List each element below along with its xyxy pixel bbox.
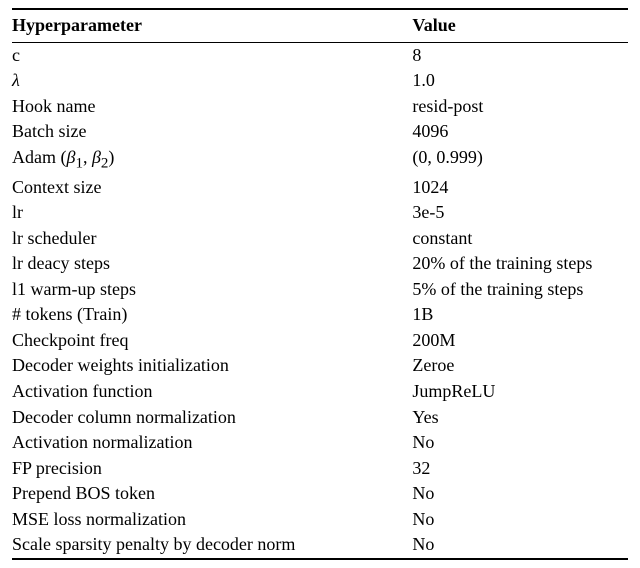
param-text: ) [108, 147, 114, 167]
param-value: JumpReLU [412, 379, 628, 405]
table-row: lr 3e-5 [12, 200, 628, 226]
param-name: Activation normalization [12, 430, 412, 456]
table-row: lr scheduler constant [12, 226, 628, 252]
param-value: constant [412, 226, 628, 252]
param-subscript: 1 [75, 155, 83, 171]
table-row: # tokens (Train) 1B [12, 302, 628, 328]
param-value: Yes [412, 405, 628, 431]
param-value: 1.0 [412, 68, 628, 94]
param-value: 200M [412, 328, 628, 354]
param-text: , [83, 147, 92, 167]
param-name: Prepend BOS token [12, 481, 412, 507]
param-name: λ [12, 68, 412, 94]
table-row: Activation function JumpReLU [12, 379, 628, 405]
param-name: Activation function [12, 379, 412, 405]
table-row: c 8 [12, 43, 628, 69]
param-name: Decoder weights initialization [12, 353, 412, 379]
table-header-row: Hyperparameter Value [12, 10, 628, 42]
param-name: Scale sparsity penalty by decoder norm [12, 532, 412, 558]
param-value: (0, 0.999) [412, 145, 628, 175]
param-value: 3e-5 [412, 200, 628, 226]
table-row: Hook name resid-post [12, 94, 628, 120]
param-name: MSE loss normalization [12, 507, 412, 533]
param-value: 32 [412, 456, 628, 482]
param-name: Batch size [12, 119, 412, 145]
table-row: Adam (β1, β2) (0, 0.999) [12, 145, 628, 175]
table-row: Decoder column normalization Yes [12, 405, 628, 431]
table-row: FP precision 32 [12, 456, 628, 482]
table-row: l1 warm-up steps 5% of the training step… [12, 277, 628, 303]
param-name: Context size [12, 175, 412, 201]
param-value: 4096 [412, 119, 628, 145]
param-name: c [12, 43, 412, 69]
table-row: MSE loss normalization No [12, 507, 628, 533]
param-symbol: β [92, 147, 101, 167]
param-value: 8 [412, 43, 628, 69]
param-value: Zeroe [412, 353, 628, 379]
param-name: Hook name [12, 94, 412, 120]
table-row: Checkpoint freq 200M [12, 328, 628, 354]
table-row: lr deacy steps 20% of the training steps [12, 251, 628, 277]
param-value: No [412, 481, 628, 507]
param-value: 20% of the training steps [412, 251, 628, 277]
param-name: lr scheduler [12, 226, 412, 252]
hyperparameter-table: Hyperparameter Value c 8 λ 1.0 Hook name… [12, 8, 628, 560]
table-row: Batch size 4096 [12, 119, 628, 145]
table-bottom-rule [12, 558, 628, 560]
param-text: Adam ( [12, 147, 66, 167]
table-row: Prepend BOS token No [12, 481, 628, 507]
table-row: Activation normalization No [12, 430, 628, 456]
table-row: λ 1.0 [12, 68, 628, 94]
param-name: Adam (β1, β2) [12, 145, 412, 175]
table-row: Decoder weights initialization Zeroe [12, 353, 628, 379]
param-value: No [412, 507, 628, 533]
param-name: # tokens (Train) [12, 302, 412, 328]
param-name: lr deacy steps [12, 251, 412, 277]
param-name: Decoder column normalization [12, 405, 412, 431]
header-hyperparameter: Hyperparameter [12, 13, 412, 39]
param-value: No [412, 430, 628, 456]
param-name: FP precision [12, 456, 412, 482]
table-row: Scale sparsity penalty by decoder norm N… [12, 532, 628, 558]
param-text: c [12, 45, 20, 65]
param-name: Checkpoint freq [12, 328, 412, 354]
param-name: l1 warm-up steps [12, 277, 412, 303]
header-value: Value [412, 13, 628, 39]
param-value: resid-post [412, 94, 628, 120]
param-value: 1024 [412, 175, 628, 201]
param-value: 5% of the training steps [412, 277, 628, 303]
param-symbol: λ [12, 70, 20, 90]
param-value: 1B [412, 302, 628, 328]
param-name: lr [12, 200, 412, 226]
table-row: Context size 1024 [12, 175, 628, 201]
param-value: No [412, 532, 628, 558]
